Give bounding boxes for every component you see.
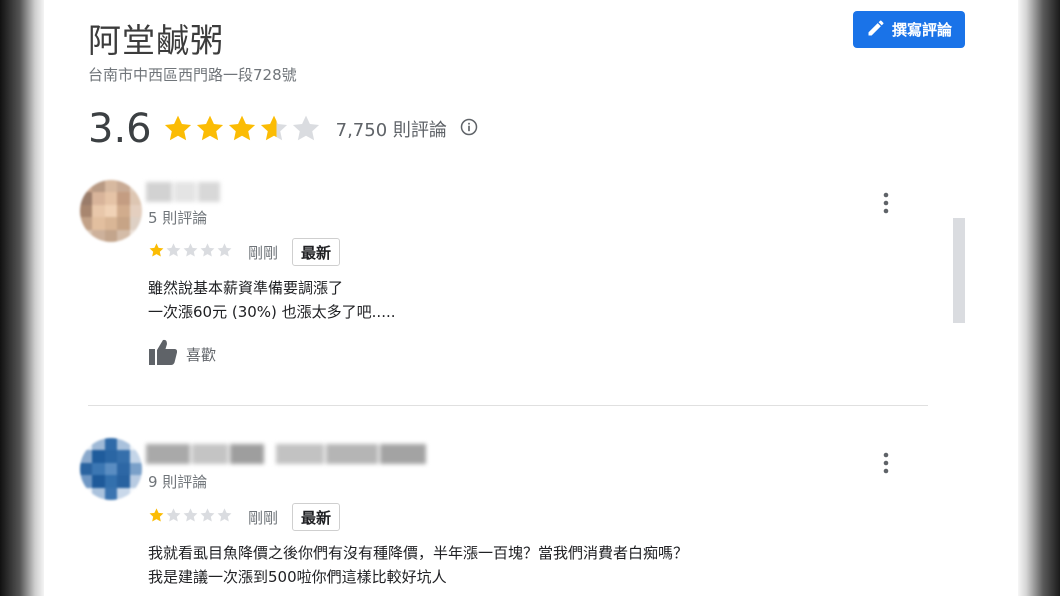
star-icon [217, 243, 232, 257]
star-icon [164, 115, 191, 141]
reviewer-review-count: 5 則評論 [148, 209, 208, 227]
review-count-total: 7,750 則評論 [335, 120, 447, 141]
more-vert-icon [883, 452, 889, 474]
like-button[interactable]: 喜歡 [148, 338, 216, 370]
review-stars [148, 242, 233, 259]
star-icon [200, 243, 215, 257]
more-options-button[interactable] [876, 450, 896, 476]
photo-edge-right [1018, 0, 1060, 596]
review-time: 剛剛 [248, 509, 279, 527]
avatar[interactable] [80, 180, 142, 242]
avatar[interactable] [80, 438, 142, 500]
star-icon [292, 115, 319, 141]
star-icon [196, 115, 223, 141]
place-title: 阿堂鹹粥 [88, 21, 224, 60]
review-time: 剛剛 [248, 244, 279, 262]
review-text: 雖然說基本薪資準備要調漲了 一次漲60元 (30%) 也漲太多了吧..... [148, 276, 396, 324]
star-icon [183, 508, 198, 522]
review-text-line: 我是建議一次漲到500啦你們這樣比較好坑人 [148, 568, 447, 586]
review-card: 5 則評論 剛剛 最新 雖然說基本薪資準備要調漲了 一次漲60元 (30%) 也… [80, 180, 928, 380]
star-icon [166, 508, 181, 522]
like-label: 喜歡 [186, 345, 217, 364]
write-review-button[interactable]: 撰寫評論 [853, 11, 965, 48]
pencil-icon [866, 18, 886, 42]
review-text-line: 一次漲60元 (30%) 也漲太多了吧..... [148, 303, 396, 321]
reviewer-name-blurred[interactable] [146, 182, 220, 204]
star-icon [200, 508, 215, 522]
more-options-button[interactable] [876, 190, 896, 216]
star-icon [166, 243, 181, 257]
star-icon [183, 243, 198, 257]
star-icon [149, 243, 164, 257]
new-badge: 最新 [292, 503, 341, 531]
rating-stars [162, 113, 322, 145]
rating-value: 3.6 [88, 106, 152, 152]
thumbs-up-icon [148, 338, 178, 370]
review-card: 9 則評論 剛剛 最新 我就看虱目魚降價之後你們有沒有種降價，半年漲一百塊？當我… [80, 438, 928, 596]
rating-summary: 3.6 7,750 則評論 [88, 104, 479, 154]
photo-edge-left [0, 0, 44, 596]
star-icon [217, 508, 232, 522]
review-text-line: 雖然說基本薪資準備要調漲了 [148, 279, 344, 297]
new-badge: 最新 [292, 238, 341, 266]
star-icon [149, 508, 164, 522]
review-text-line: 我就看虱目魚降價之後你們有沒有種降價，半年漲一百塊？當我們消費者白痴嗎？ [148, 544, 689, 562]
place-address: 台南市中西區西門路一段728號 [88, 66, 297, 84]
star-icon [228, 115, 255, 141]
review-divider [88, 405, 928, 406]
info-icon[interactable] [459, 117, 479, 141]
more-vert-icon [883, 192, 889, 214]
write-review-label: 撰寫評論 [891, 21, 952, 39]
review-text: 我就看虱目魚降價之後你們有沒有種降價，半年漲一百塊？當我們消費者白痴嗎？ 我是建… [148, 541, 688, 589]
reviewer-review-count: 9 則評論 [148, 473, 208, 491]
reviewer-name-blurred[interactable] [146, 444, 426, 466]
scrollbar-thumb[interactable] [953, 218, 965, 323]
review-stars [148, 507, 233, 524]
star-icon [260, 115, 287, 141]
